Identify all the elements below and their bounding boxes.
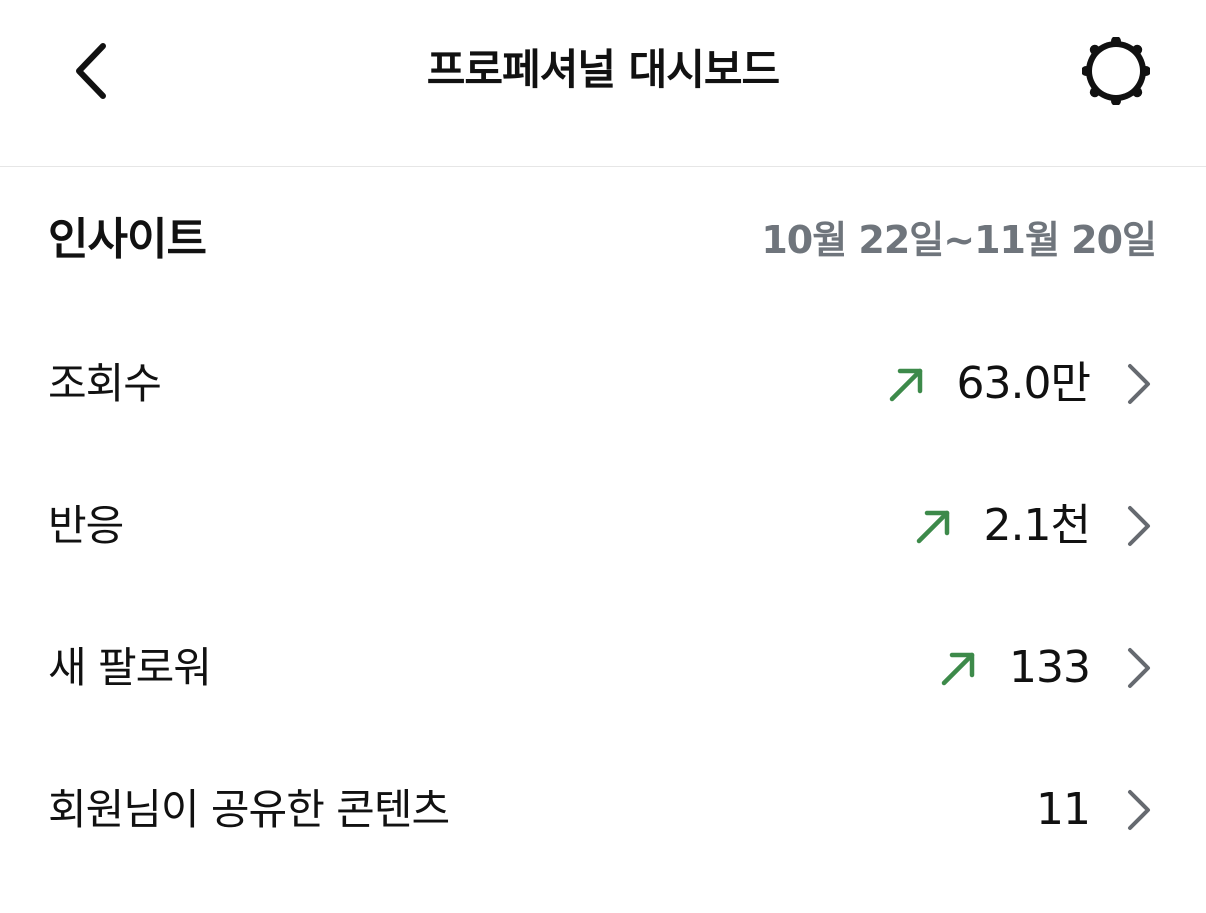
list-item-reactions[interactable]: 반응 2.1천 <box>0 456 1206 598</box>
trend-up-icon <box>914 506 954 546</box>
page-title: 프로페셔널 대시보드 <box>426 45 780 94</box>
date-range[interactable]: 10월 22일~11월 20일 <box>761 212 1157 268</box>
insights-header: 인사이트 10월 22일~11월 20일 <box>0 200 1206 280</box>
row-label: 반응 <box>48 501 124 550</box>
settings-button[interactable] <box>1078 36 1154 106</box>
row-value: 63.0만 <box>956 358 1091 409</box>
row-value: 2.1천 <box>983 500 1091 551</box>
chevron-right-icon <box>1124 644 1154 692</box>
list-item-shared-content[interactable]: 회원님이 공유한 콘텐츠 11 <box>0 740 1206 882</box>
top-bar: 프로페셔널 대시보드 <box>0 0 1206 167</box>
row-label: 조회수 <box>48 359 162 408</box>
list-item-views[interactable]: 조회수 63.0만 <box>0 314 1206 456</box>
gear-icon <box>1082 37 1150 105</box>
row-value: 133 <box>1009 642 1091 693</box>
row-value: 11 <box>1036 784 1091 835</box>
trend-up-icon <box>887 364 927 404</box>
list-item-new-followers[interactable]: 새 팔로워 133 <box>0 598 1206 740</box>
section-title: 인사이트 <box>48 214 207 265</box>
chevron-right-icon <box>1124 360 1154 408</box>
insights-list: 조회수 63.0만 반응 2.1천 새 팔로워 133 회원님이 공유한 콘텐츠… <box>0 314 1206 882</box>
chevron-right-icon <box>1124 786 1154 834</box>
row-label: 회원님이 공유한 콘텐츠 <box>48 785 450 834</box>
row-label: 새 팔로워 <box>48 643 212 692</box>
chevron-right-icon <box>1124 502 1154 550</box>
trend-up-icon <box>939 648 979 688</box>
